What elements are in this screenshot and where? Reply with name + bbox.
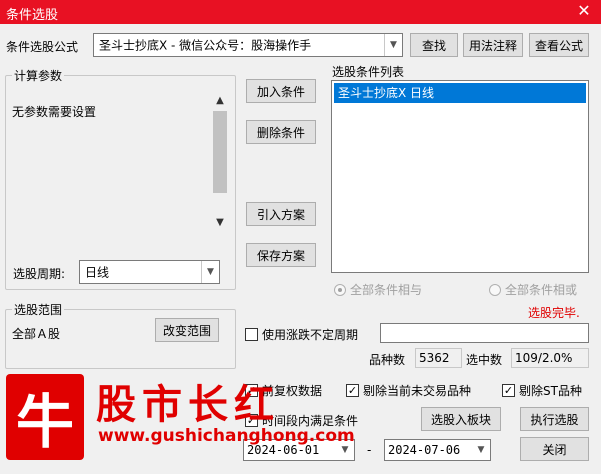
save-scheme-button[interactable]: 保存方案 — [246, 243, 316, 267]
range-value: 全部Ａ股 — [12, 327, 61, 341]
title-bar: 条件选股 ✕ — [0, 0, 601, 24]
conditions-list[interactable]: 圣斗士抄底X 日线 — [331, 80, 589, 273]
selected-value: 109/2.0% — [515, 351, 573, 365]
all-or-radio[interactable]: 全部条件相或 — [489, 281, 577, 298]
end-date: 2024-07-06 — [388, 443, 461, 457]
date-separator: - — [367, 443, 372, 457]
range-title: 选股范围 — [12, 301, 65, 318]
watermark: 牛 股市长红 www.gushichanghong.com — [0, 368, 355, 474]
close-button[interactable]: 关闭 — [520, 437, 589, 461]
view-formula-button[interactable]: 查看公式 — [529, 33, 589, 57]
end-date-picker[interactable]: 2024-07-06 ▼ — [384, 439, 491, 461]
delete-condition-button[interactable]: 删除条件 — [246, 120, 316, 144]
formula-select[interactable]: 圣斗士抄底X - 微信公众号：股海操作手 ▼ — [93, 33, 403, 57]
chevron-down-icon[interactable]: ▼ — [384, 34, 402, 56]
chevron-up-icon[interactable]: ▲ — [212, 93, 228, 109]
selected-field: 109/2.0% — [511, 348, 589, 368]
uncertain-period-label: 使用涨跌不定周期 — [262, 328, 359, 342]
watermark-url: www.gushichanghong.com — [98, 426, 355, 446]
close-icon[interactable]: ✕ — [567, 0, 601, 24]
checkbox-icon — [245, 328, 258, 341]
exclude-untraded-checkbox[interactable]: ✓ 剔除当前未交易品种 — [346, 382, 471, 399]
usage-notes-button[interactable]: 用法注释 — [463, 33, 523, 57]
all-and-label: 全部条件相与 — [350, 283, 423, 297]
check-icon: ✓ — [502, 384, 515, 397]
conditions-title: 选股条件列表 — [332, 65, 405, 79]
add-to-block-button[interactable]: 选股入板块 — [421, 407, 501, 431]
scroll-thumb[interactable] — [213, 111, 227, 193]
chevron-down-icon[interactable]: ▼ — [472, 440, 490, 460]
check-icon: ✓ — [346, 384, 359, 397]
period-value: 日线 — [85, 265, 110, 280]
count-label: 品种数 — [369, 353, 406, 367]
window-title: 条件选股 — [6, 8, 59, 23]
params-scrollbar[interactable]: ▲ ▼ — [212, 93, 228, 231]
params-text: 无参数需要设置 — [12, 105, 97, 119]
params-title: 计算参数 — [12, 67, 65, 84]
period-label: 选股周期: — [13, 267, 66, 281]
change-range-button[interactable]: 改变范围 — [155, 318, 219, 342]
formula-label: 条件选股公式 — [6, 40, 79, 54]
formula-value: 圣斗士抄底X - 微信公众号：股海操作手 — [99, 38, 312, 53]
uncertain-period-checkbox[interactable]: 使用涨跌不定周期 — [245, 326, 358, 343]
watermark-logo-char: 牛 — [15, 388, 74, 456]
count-value: 5362 — [419, 351, 450, 365]
list-item[interactable]: 圣斗士抄底X 日线 — [334, 83, 586, 103]
import-scheme-button[interactable]: 引入方案 — [246, 202, 316, 226]
watermark-name: 股市长红 — [96, 381, 280, 428]
count-field: 5362 — [415, 348, 462, 368]
add-condition-button[interactable]: 加入条件 — [246, 79, 316, 103]
exclude-st-checkbox[interactable]: ✓ 剔除ST品种 — [502, 382, 582, 399]
watermark-logo: 牛 — [6, 374, 84, 460]
exclude-st-label: 剔除ST品种 — [519, 384, 582, 398]
execute-button[interactable]: 执行选股 — [520, 407, 589, 431]
all-and-radio[interactable]: 全部条件相与 — [334, 281, 422, 298]
find-button[interactable]: 查找 — [410, 33, 458, 57]
chevron-down-icon[interactable]: ▼ — [212, 215, 228, 231]
selected-label: 选中数 — [466, 353, 503, 367]
radio-icon — [489, 283, 501, 296]
status-text: 选股完毕. — [528, 306, 580, 320]
radio-icon — [334, 283, 346, 296]
exclude-untraded-label: 剔除当前未交易品种 — [363, 384, 472, 398]
chevron-down-icon[interactable]: ▼ — [201, 261, 219, 283]
period-select[interactable]: 日线 ▼ — [79, 260, 220, 284]
all-or-label: 全部条件相或 — [505, 283, 578, 297]
period-input[interactable] — [380, 323, 589, 343]
